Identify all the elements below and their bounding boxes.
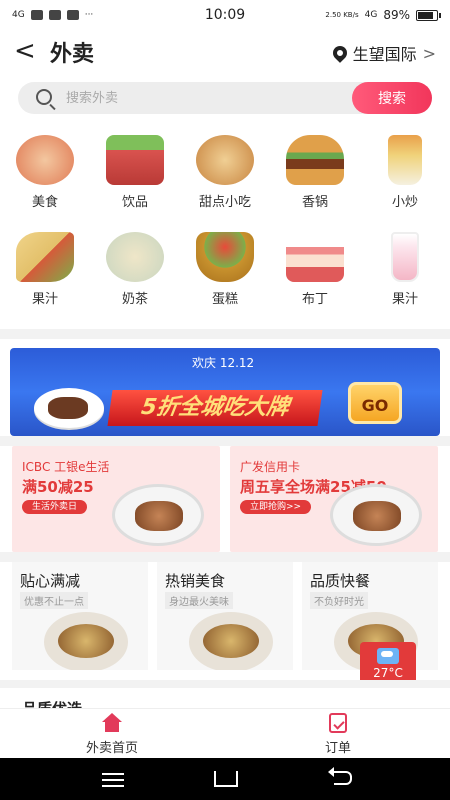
category-grid: 美食 饮品 甜点小吃 香锅 小炒 果汁 奶茶 蛋糕 布丁 果汁 [0, 135, 450, 335]
battery-icon [416, 9, 441, 21]
category-item[interactable]: 甜点小吃 [180, 135, 270, 225]
cake-slice-icon [286, 232, 344, 282]
category-label: 奶茶 [121, 292, 148, 307]
section-divider [0, 680, 450, 688]
category-label: 香锅 [301, 195, 328, 210]
banner-title: 5折全城吃大牌 [107, 390, 323, 426]
menu-icon[interactable] [102, 769, 126, 789]
battery-level [418, 11, 433, 19]
noodle-bowl-icon [106, 232, 164, 282]
back-button[interactable]: < [14, 38, 38, 66]
category-item[interactable]: 果汁 [360, 232, 450, 322]
category-label: 饮品 [121, 195, 148, 210]
pancake-icon [196, 135, 254, 185]
feature-title: 贴心满减 [20, 572, 81, 590]
burger-icon [286, 135, 344, 185]
wrap-icon [16, 232, 74, 282]
promo-card-icbc[interactable]: ICBC 工银e生活 满50减25 生活外卖日 [12, 446, 220, 552]
home-icon [101, 713, 123, 733]
fruit-basket-icon [196, 232, 254, 282]
search-input[interactable] [66, 82, 346, 114]
page-title: 外卖 [50, 42, 95, 67]
category-label: 甜点小吃 [198, 195, 251, 210]
tab-home[interactable]: 外卖首页 [62, 713, 162, 756]
promo-tag: 生活外卖日 [22, 500, 88, 514]
location-pin-icon [329, 43, 350, 63]
feature-title: 热销美食 [165, 572, 226, 590]
back-nav-icon[interactable] [328, 767, 352, 785]
feature-subtitle: 不负好时光 [310, 592, 368, 609]
juice-glass-icon [391, 232, 419, 282]
promo-banner[interactable]: 欢庆 12.12 5折全城吃大牌 GO [10, 348, 440, 436]
promo-title: ICBC 工银e生活 [22, 460, 110, 474]
search-bar: 搜索 [18, 82, 432, 114]
promo-tag: 立即抢购>> [240, 500, 312, 514]
category-item[interactable]: 美食 [0, 135, 90, 225]
steak-plate-image [34, 388, 104, 428]
feature-subtitle: 优惠不止一点 [20, 592, 88, 609]
platter-image [112, 484, 204, 546]
bottom-tab-bar: 外卖首页 订单 [0, 708, 450, 758]
location-label: 生望国际 [352, 45, 417, 64]
category-label: 美食 [31, 195, 58, 210]
feature-subtitle: 身边最火美味 [165, 592, 233, 609]
drinks-basket-icon [106, 135, 164, 185]
category-item[interactable]: 奶茶 [90, 232, 180, 322]
category-item[interactable]: 小炒 [360, 135, 450, 225]
weather-temperature: 27°C [373, 666, 403, 680]
tab-orders[interactable]: 订单 [288, 713, 388, 756]
location-selector[interactable]: 生望国际 > [329, 41, 436, 65]
status-bar: 4G ··· 10:09 2.50 KB/s 4G 89% [0, 0, 450, 30]
banner-subtitle: 欢庆 12.12 [192, 356, 255, 370]
category-label: 小炒 [391, 195, 418, 210]
category-item[interactable]: 蛋糕 [180, 232, 270, 322]
promo-title: 广发信用卡 [240, 460, 301, 474]
feature-card[interactable]: 贴心满减 优惠不止一点 [12, 562, 148, 670]
feature-title: 品质快餐 [310, 572, 371, 590]
weather-icon [377, 648, 399, 664]
category-label: 布丁 [301, 292, 328, 307]
feature-card[interactable]: 热销美食 身边最火美味 [157, 562, 293, 670]
category-label: 果汁 [391, 292, 418, 307]
go-button[interactable]: GO [348, 382, 402, 424]
category-label: 果汁 [31, 292, 58, 307]
search-icon [36, 89, 52, 105]
soup-image [44, 612, 128, 670]
status-time: 10:09 [204, 7, 246, 23]
tab-label: 外卖首页 [85, 741, 138, 756]
category-item[interactable]: 饮品 [90, 135, 180, 225]
section-divider [0, 436, 450, 446]
category-item[interactable]: 香锅 [270, 135, 360, 225]
category-item[interactable]: 布丁 [270, 232, 360, 322]
section-divider [0, 552, 450, 562]
promo-card-cgb[interactable]: 广发信用卡 周五享全场满25减50 立即抢购>> [230, 446, 438, 552]
noodles-image [189, 612, 273, 670]
system-nav-bar [0, 758, 450, 800]
dessert-cup-icon [388, 135, 422, 185]
home-nav-icon[interactable] [214, 769, 238, 789]
search-button[interactable]: 搜索 [352, 82, 432, 114]
food-plate-icon [16, 135, 74, 185]
chevron-right-icon: > [422, 43, 436, 63]
order-icon [329, 713, 347, 733]
category-label: 蛋糕 [211, 292, 238, 307]
section-divider [0, 329, 450, 339]
header: < 外卖 生望国际 > [0, 30, 450, 74]
steak-image [330, 484, 422, 546]
promo-offer: 满50减25 [22, 478, 94, 496]
tab-label: 订单 [324, 741, 351, 756]
category-item[interactable]: 果汁 [0, 232, 90, 322]
